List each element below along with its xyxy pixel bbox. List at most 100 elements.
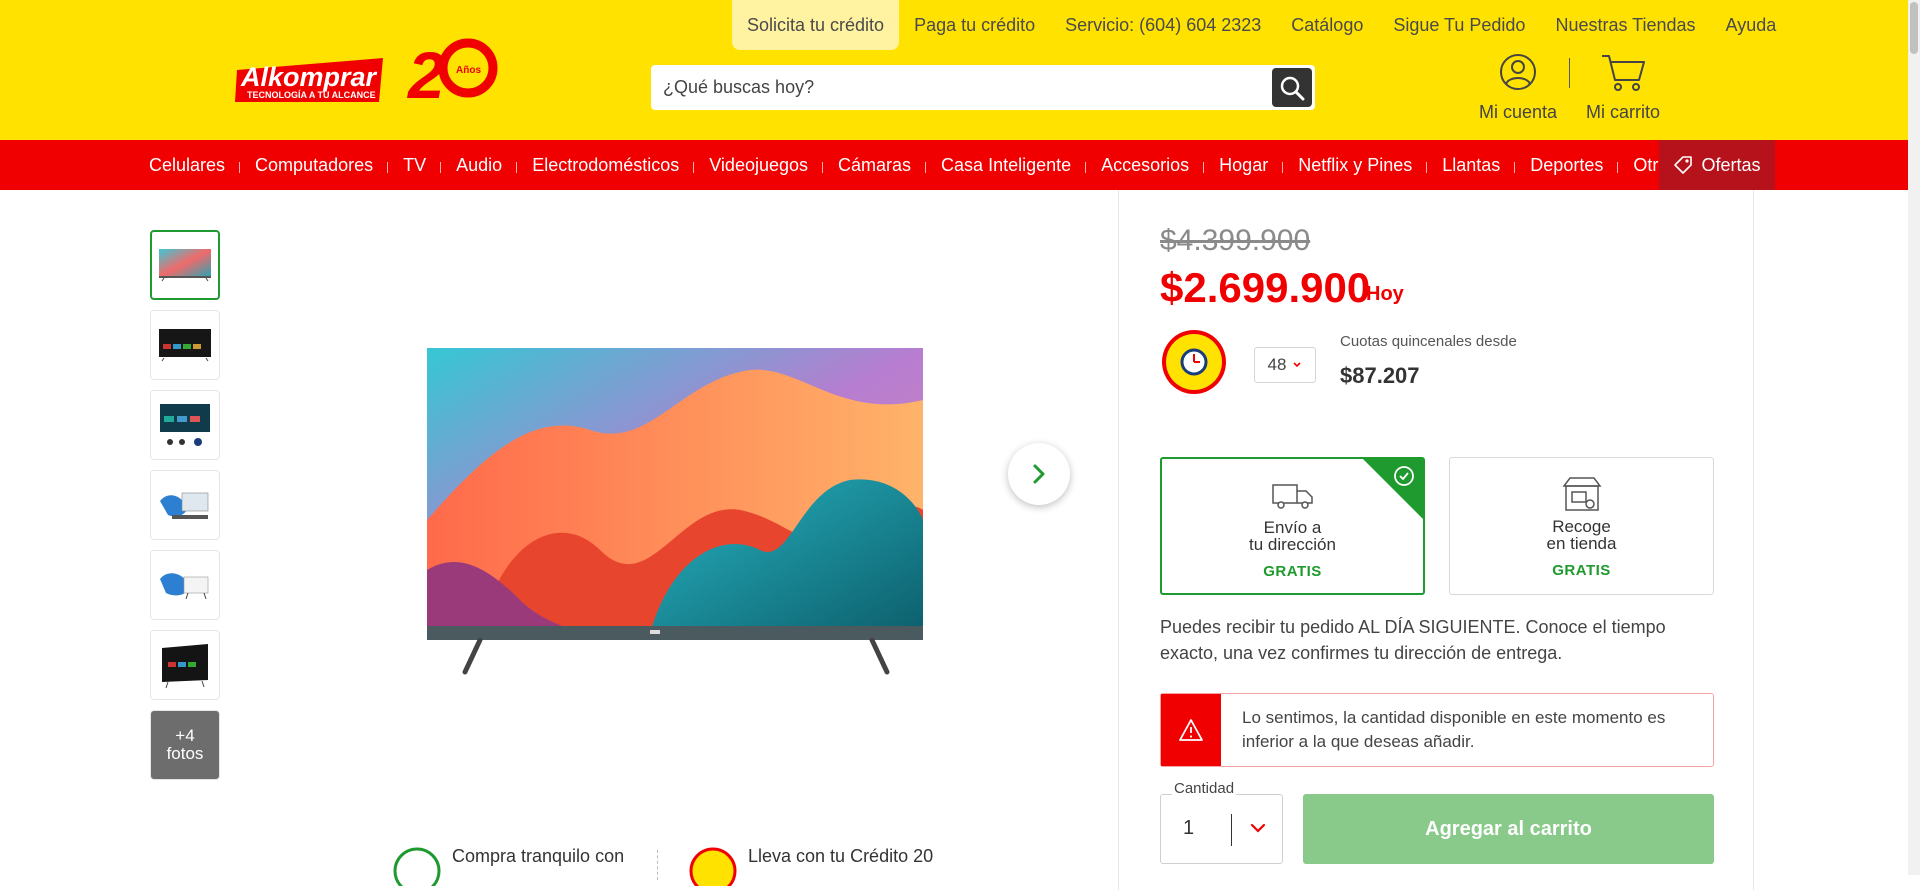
tv-thumbnail-image xyxy=(160,404,210,446)
shipping-home-line2: tu dirección xyxy=(1249,535,1336,554)
category-netflix-pines[interactable]: Netflix y Pines xyxy=(1282,155,1427,176)
tv-thumbnail-image xyxy=(159,249,211,282)
svg-text:Alkomprar: Alkomprar xyxy=(240,62,378,92)
quantity-label: Cantidad xyxy=(1172,780,1237,797)
topnav-ayuda[interactable]: Ayuda xyxy=(1711,0,1792,50)
thumbnail-list: +4 fotos xyxy=(150,230,220,790)
category-casa-inteligente[interactable]: Casa Inteligente xyxy=(925,155,1086,176)
chevron-down-icon xyxy=(1250,823,1266,833)
more-photos-label: fotos xyxy=(166,744,204,763)
installments-amount: $87.207 xyxy=(1340,363,1420,388)
my-account-button[interactable]: Mi cuenta xyxy=(1478,52,1558,123)
tv-thumbnail-image xyxy=(160,492,209,519)
product-purchase-panel: $4.399.900 $2.699.900 Hoy 48 Cuotas quin… xyxy=(1118,190,1754,890)
category-camaras[interactable]: Cámaras xyxy=(822,155,926,176)
shipping-option-home[interactable]: Envío a tu dirección GRATIS xyxy=(1160,457,1425,595)
add-to-cart-button[interactable]: Agregar al carrito xyxy=(1303,794,1714,864)
tv-thumbnail-image xyxy=(160,573,209,600)
search-bar xyxy=(651,65,1315,110)
category-audio[interactable]: Audio xyxy=(440,155,517,176)
topnav-servicio-phone[interactable]: Servicio: (604) 604 2323 xyxy=(1050,0,1276,50)
topnav-sigue-pedido[interactable]: Sigue Tu Pedido xyxy=(1378,0,1540,50)
store-icon xyxy=(1562,477,1601,511)
perk2-text: Lleva con tu Crédito 20 xyxy=(748,846,934,866)
topnav-nuestras-tiendas[interactable]: Nuestras Tiendas xyxy=(1540,0,1710,50)
perk-credito: Lleva con tu Crédito 20 xyxy=(688,846,933,886)
my-account-label: Mi cuenta xyxy=(1478,102,1558,122)
chevron-right-icon xyxy=(1033,464,1045,484)
tv-thumbnail-image xyxy=(159,329,211,362)
category-electrodomesticos[interactable]: Electrodomésticos xyxy=(516,155,694,176)
credit-seal-logo xyxy=(1160,328,1228,396)
my-cart-button[interactable]: Mi carrito xyxy=(1583,52,1663,123)
thumbnail-3[interactable] xyxy=(150,390,220,460)
perk1-text: Compra tranquilo con xyxy=(452,846,625,866)
category-list: Celulares Computadores TV Audio Electrod… xyxy=(134,140,1692,190)
thumbnail-1[interactable] xyxy=(150,230,220,300)
credit-seal-icon xyxy=(1162,330,1226,394)
page-scrollbar[interactable] xyxy=(1908,0,1920,875)
stock-alert: Lo sentimos, la cantidad disponible en e… xyxy=(1160,693,1714,767)
perks-row: Compra tranquilo con Lleva con tu Crédit… xyxy=(392,846,992,886)
category-tv[interactable]: TV xyxy=(387,155,441,176)
site-logo[interactable]: Alkomprar TECNOLOGÍA A TU ALCANCE 2 Años xyxy=(233,36,503,112)
my-cart-label: Mi carrito xyxy=(1585,102,1660,122)
perk-divider xyxy=(657,850,658,880)
ofertas-label: Ofertas xyxy=(1701,154,1761,175)
cart-icon xyxy=(1602,55,1645,91)
search-button[interactable] xyxy=(1272,68,1312,107)
more-photos-count: +4 xyxy=(175,726,195,745)
topnav-solicita-credito[interactable]: Solicita tu crédito xyxy=(732,0,900,50)
category-bar: Celulares Computadores TV Audio Electrod… xyxy=(0,140,1908,190)
check-icon xyxy=(1394,466,1414,486)
thumbnail-5[interactable] xyxy=(150,550,220,620)
delivery-note: Puedes recibir tu pedido AL DÍA SIGUIENT… xyxy=(1160,617,1666,663)
installments-label: Cuotas quincenales desde xyxy=(1340,333,1517,350)
price-suffix: Hoy xyxy=(1366,283,1404,305)
header-divider xyxy=(1569,58,1570,88)
more-photos-button[interactable]: +4 fotos xyxy=(150,710,220,780)
tv-thumbnail-image xyxy=(162,644,208,689)
shipping-home-line1: Envío a xyxy=(1263,518,1322,537)
ofertas-button[interactable]: Ofertas xyxy=(1659,140,1775,190)
quantity-divider xyxy=(1231,814,1232,846)
category-accesorios[interactable]: Accesorios xyxy=(1085,155,1204,176)
category-videojuegos[interactable]: Videojuegos xyxy=(693,155,823,176)
credit-seal-icon xyxy=(689,847,737,886)
shipping-option-store[interactable]: Recoge en tienda GRATIS xyxy=(1449,457,1714,595)
product-main-image[interactable] xyxy=(420,340,930,680)
installments-value: 48 xyxy=(1267,355,1287,374)
old-price: $4.399.900 xyxy=(1160,224,1311,257)
tag-icon xyxy=(1674,156,1693,174)
category-llantas[interactable]: Llantas xyxy=(1426,155,1515,176)
search-input[interactable] xyxy=(651,65,1251,110)
category-deportes[interactable]: Deportes xyxy=(1514,155,1618,176)
quantity-select[interactable]: 1 xyxy=(1160,794,1283,864)
thumbnail-6[interactable] xyxy=(150,630,220,700)
delivery-truck-icon xyxy=(1271,484,1313,509)
scrollbar-thumb[interactable] xyxy=(1910,2,1918,54)
tv-product-image xyxy=(427,348,923,675)
category-celulares[interactable]: Celulares xyxy=(134,155,240,176)
shipping-store-line2: en tienda xyxy=(1546,534,1617,553)
shipping-home-price: GRATIS xyxy=(1263,563,1322,580)
current-price: $2.699.900 xyxy=(1160,264,1371,311)
shipping-store-price: GRATIS xyxy=(1552,562,1611,579)
perk-compra-tranquilo: Compra tranquilo con xyxy=(392,846,624,886)
thumbnail-4[interactable] xyxy=(150,470,220,540)
topnav-paga-credito[interactable]: Paga tu crédito xyxy=(899,0,1050,50)
warning-icon xyxy=(1179,719,1203,741)
category-hogar[interactable]: Hogar xyxy=(1203,155,1283,176)
thumbnail-2[interactable] xyxy=(150,310,220,380)
30-days-icon xyxy=(393,847,441,886)
search-icon xyxy=(1280,76,1305,100)
installments-select[interactable]: 48 xyxy=(1254,347,1316,383)
quantity-value: 1 xyxy=(1183,817,1195,839)
chevron-down-icon xyxy=(1293,362,1302,368)
shipping-store-line1: Recoge xyxy=(1552,517,1611,536)
top-nav: Solicita tu crédito Paga tu crédito Serv… xyxy=(732,0,1791,50)
category-computadores[interactable]: Computadores xyxy=(239,155,388,176)
next-image-button[interactable] xyxy=(1008,443,1070,505)
user-icon xyxy=(1500,54,1536,90)
topnav-catalogo[interactable]: Catálogo xyxy=(1276,0,1378,50)
